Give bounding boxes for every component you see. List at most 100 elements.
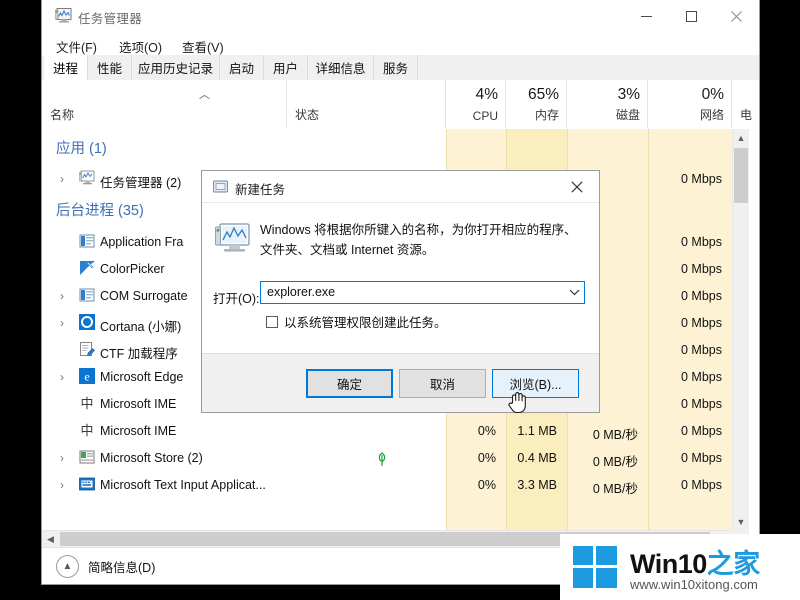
process-name: COM Surrogate <box>100 289 188 303</box>
process-name: Microsoft IME <box>100 424 177 438</box>
process-disk: 0 MB/秒 <box>592 482 638 496</box>
svg-text:中: 中 <box>80 397 93 411</box>
browse-button[interactable]: 浏览(B)... <box>492 369 579 398</box>
expand-chevron-icon[interactable]: › <box>60 370 64 384</box>
process-memory: 3.3 MB <box>517 478 557 492</box>
watermark-title: Win10之家 <box>630 542 760 581</box>
ime-icon: 中 <box>80 424 93 438</box>
tab-performance[interactable]: 性能 <box>88 55 132 80</box>
open-input-value[interactable]: explorer.exe <box>267 285 335 299</box>
chevron-up-icon: ▲ <box>56 555 79 578</box>
sort-ascending-icon: ︿ <box>199 89 210 101</box>
cancel-button[interactable]: 取消 <box>399 369 486 398</box>
expand-chevron-icon[interactable]: › <box>60 451 64 465</box>
close-button[interactable] <box>714 0 759 33</box>
scroll-left-icon[interactable]: ◀ <box>42 531 59 547</box>
app-frame-icon <box>79 288 95 302</box>
scroll-up-icon[interactable]: ▲ <box>733 129 749 146</box>
expand-chevron-icon[interactable]: › <box>60 478 64 492</box>
ok-button[interactable]: 确定 <box>306 369 393 398</box>
vertical-scrollbar[interactable]: ▲ ▼ <box>732 129 749 530</box>
new-task-icon <box>213 180 228 193</box>
admin-checkbox-label: 以系统管理权限创建此任务。 <box>284 316 447 330</box>
open-label: 打开(O): <box>213 292 260 306</box>
column-header-disk[interactable]: 3% 磁盘 <box>567 80 648 128</box>
store-icon <box>79 450 95 464</box>
column-label-status: 状态 <box>295 108 320 122</box>
tab-startup[interactable]: 启动 <box>220 55 264 80</box>
cpu-total-percent: 4% <box>475 86 498 103</box>
maximize-button[interactable] <box>669 0 714 33</box>
text-input-icon <box>79 477 95 491</box>
process-name: Microsoft Edge <box>100 370 184 384</box>
edge-icon: e <box>79 368 95 384</box>
process-memory: 0.4 MB <box>517 451 557 465</box>
column-header-status[interactable]: 状态 <box>287 80 446 128</box>
menu-bar: 文件(F) 选项(O) 查看(V) <box>42 33 759 55</box>
column-header-power[interactable]: 电 <box>732 80 759 128</box>
screen: 任务管理器 文件(F) 选项(O) 查看(V) 进程 性能 应用历史记录 启动 … <box>0 0 800 600</box>
process-name: CTF 加载程序 <box>100 347 178 361</box>
dialog-title-bar[interactable]: 新建任务 <box>202 171 599 203</box>
colorpicker-icon <box>80 260 95 275</box>
tab-services[interactable]: 服务 <box>374 55 418 80</box>
minimize-button[interactable] <box>624 0 669 33</box>
watermark: Win10之家 www.win10xitong.com <box>560 534 800 600</box>
process-memory: 1.1 MB <box>517 424 557 438</box>
process-network: 0 Mbps <box>681 370 722 384</box>
run-dialog-icon <box>215 223 250 252</box>
group-header-row: 应用 (1) <box>42 137 732 164</box>
expand-chevron-icon[interactable]: › <box>60 316 64 330</box>
window-controls <box>624 0 759 33</box>
process-network: 0 Mbps <box>681 343 722 357</box>
column-label-network: 网络 <box>699 108 724 122</box>
svg-text:e: e <box>84 370 89 384</box>
column-label-disk: 磁盘 <box>615 108 640 122</box>
process-name: Application Fra <box>100 235 184 249</box>
table-row[interactable]: › Microsoft Text Input Applicat... 0% 3.… <box>42 473 732 500</box>
ime-icon: 中 <box>80 397 93 411</box>
process-network: 0 Mbps <box>681 289 722 303</box>
title-bar[interactable]: 任务管理器 <box>42 0 759 33</box>
menu-options[interactable]: 选项(O) <box>115 36 166 57</box>
admin-checkbox-row[interactable]: 以系统管理权限创建此任务。 <box>266 312 447 331</box>
group-label-apps: 应用 (1) <box>56 141 107 157</box>
table-row[interactable]: › Microsoft Store (2) 0% 0.4 MB 0 MB/秒 0… <box>42 446 732 473</box>
column-header-name[interactable]: ︿ 名称 <box>42 80 287 128</box>
fewer-details-label: 简略信息(D) <box>88 561 156 575</box>
process-network: 0 Mbps <box>681 262 722 276</box>
cortana-icon <box>79 314 95 330</box>
tab-details[interactable]: 详细信息 <box>308 55 374 80</box>
process-name: Microsoft IME <box>100 397 177 411</box>
tab-processes[interactable]: 进程 <box>44 55 88 80</box>
column-header-cpu[interactable]: 4% CPU <box>446 80 506 128</box>
scroll-down-icon[interactable]: ▼ <box>733 513 749 530</box>
menu-view[interactable]: 查看(V) <box>178 36 228 57</box>
tab-app-history[interactable]: 应用历史记录 <box>132 55 220 80</box>
fewer-details-button[interactable]: ▲ 简略信息(D) <box>56 555 155 578</box>
column-header-memory[interactable]: 65% 内存 <box>506 80 567 128</box>
process-network: 0 Mbps <box>681 478 722 492</box>
menu-file[interactable]: 文件(F) <box>52 36 101 57</box>
expand-chevron-icon[interactable]: › <box>60 172 64 186</box>
watermark-brand-en: Win10 <box>630 549 707 579</box>
admin-checkbox[interactable] <box>266 315 278 328</box>
expand-chevron-icon[interactable]: › <box>60 289 64 303</box>
tab-users[interactable]: 用户 <box>264 55 308 80</box>
process-cpu: 0% <box>477 478 496 492</box>
dialog-title: 新建任务 <box>235 183 286 197</box>
open-combobox[interactable]: explorer.exe <box>260 281 585 304</box>
dialog-close-button[interactable] <box>555 171 599 203</box>
scroll-thumb[interactable] <box>734 148 748 203</box>
process-name: Microsoft Store (2) <box>100 451 203 465</box>
group-label-background: 后台进程 (35) <box>56 203 144 219</box>
svg-text:中: 中 <box>80 424 93 438</box>
watermark-url: www.win10xitong.com <box>630 577 758 592</box>
chevron-down-icon[interactable] <box>565 282 584 303</box>
table-row[interactable]: 中 Microsoft IME 0% 1.1 MB 0 MB/秒 0 Mbps <box>42 419 732 446</box>
windows-logo-icon <box>573 546 617 588</box>
memory-total-percent: 65% <box>527 86 559 103</box>
app-frame-icon <box>79 234 95 248</box>
process-network: 0 Mbps <box>681 316 722 330</box>
column-header-network[interactable]: 0% 网络 <box>648 80 732 128</box>
